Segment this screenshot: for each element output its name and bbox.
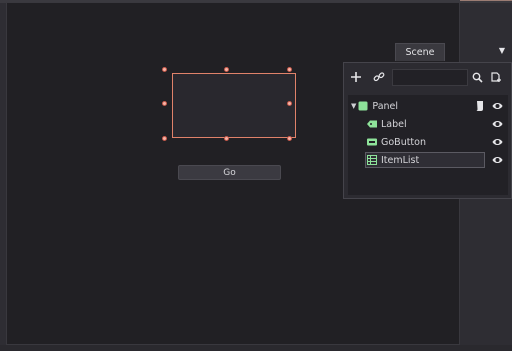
visibility-eye-icon[interactable] (492, 137, 503, 147)
resize-handle-bottom-left[interactable] (162, 136, 167, 141)
link-icon[interactable] (372, 70, 386, 84)
tab-scene[interactable]: Scene (395, 43, 445, 61)
itemlist-node-icon (367, 155, 377, 165)
resize-handle-top-right[interactable] (287, 67, 292, 72)
search-icon[interactable] (470, 70, 484, 84)
resize-handle-left[interactable] (162, 101, 167, 106)
visibility-eye-icon[interactable] (492, 155, 503, 165)
resize-handle-top[interactable] (224, 67, 229, 72)
tree-item-label-node[interactable]: Label (348, 115, 508, 133)
scene-filter-input[interactable] (392, 69, 468, 86)
script-icon[interactable] (475, 100, 485, 115)
editor-top-right-accent (460, 0, 512, 3)
dock-menu-arrow-icon[interactable]: ▼ (496, 46, 508, 56)
tree-item-panel[interactable]: ▼ Panel (348, 97, 508, 115)
instance-scene-icon[interactable] (489, 70, 503, 84)
tree-item-label: Label (381, 118, 407, 130)
tree-item-gobutton[interactable]: GoButton (348, 133, 508, 151)
resize-handle-bottom-right[interactable] (287, 136, 292, 141)
tree-item-itemlist[interactable]: ItemList (348, 151, 508, 169)
bottom-strip (0, 345, 512, 351)
visibility-eye-icon[interactable] (492, 119, 503, 129)
resize-handle-top-left[interactable] (162, 67, 167, 72)
button-node-icon (367, 137, 377, 147)
label-node-icon (367, 119, 377, 129)
resize-handle-right[interactable] (287, 101, 292, 106)
tree-item-label: GoButton (381, 136, 426, 148)
tree-item-label: Panel (372, 100, 399, 112)
resize-handle-bottom[interactable] (224, 136, 229, 141)
tree-item-label: ItemList (381, 154, 420, 166)
expand-arrow-icon[interactable]: ▼ (351, 102, 356, 110)
visibility-eye-icon[interactable] (492, 101, 503, 111)
add-node-icon[interactable] (349, 70, 363, 84)
scene-dock: ▼ Panel Label GoButton ItemList (343, 62, 512, 199)
selected-panel-node[interactable] (172, 73, 296, 138)
go-button[interactable]: Go (178, 165, 281, 180)
panel-icon (358, 101, 368, 111)
scene-tree: ▼ Panel Label GoButton ItemList (348, 95, 508, 195)
